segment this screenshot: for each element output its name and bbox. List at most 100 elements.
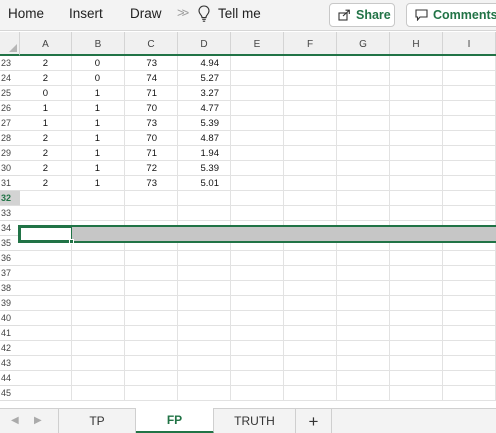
cell-c31[interactable]: 73 xyxy=(125,176,157,191)
row-header-42[interactable]: 42 xyxy=(0,341,20,356)
row-header-41[interactable]: 41 xyxy=(0,326,20,341)
cell-a26[interactable]: 1 xyxy=(20,101,48,116)
cell-b30[interactable]: 1 xyxy=(72,161,100,176)
sheet-tab-truth[interactable]: TRUTH xyxy=(214,409,296,433)
row-header-32[interactable]: 32 xyxy=(0,191,20,206)
share-label: Share xyxy=(356,8,391,22)
row-header-28[interactable]: 28 xyxy=(0,131,20,146)
cell-b27[interactable]: 1 xyxy=(72,116,100,131)
cell-b28[interactable]: 1 xyxy=(72,131,100,146)
cell-d25[interactable]: 3.27 xyxy=(178,86,220,101)
cell-c23[interactable]: 73 xyxy=(125,56,157,71)
row-header-27[interactable]: 27 xyxy=(0,116,20,131)
column-header-a[interactable]: A xyxy=(20,32,72,54)
cell-d29[interactable]: 1.94 xyxy=(178,146,220,161)
cell-d26[interactable]: 4.77 xyxy=(178,101,220,116)
cell-b26[interactable]: 1 xyxy=(72,101,100,116)
row-gridline xyxy=(20,310,496,311)
fill-handle[interactable] xyxy=(69,239,74,244)
row-header-43[interactable]: 43 xyxy=(0,356,20,371)
sheet-tab-fp[interactable]: FP xyxy=(136,408,214,433)
row-header-34[interactable]: 34 xyxy=(0,221,20,236)
row-header-35[interactable]: 35 xyxy=(0,236,20,251)
cell-a29[interactable]: 2 xyxy=(20,146,48,161)
cell-d30[interactable]: 5.39 xyxy=(178,161,220,176)
cell-a25[interactable]: 0 xyxy=(20,86,48,101)
cell-a28[interactable]: 2 xyxy=(20,131,48,146)
row-header-36[interactable]: 36 xyxy=(0,251,20,266)
row-header-37[interactable]: 37 xyxy=(0,266,20,281)
lightbulb-icon[interactable] xyxy=(198,5,210,23)
row-header-26[interactable]: 26 xyxy=(0,101,20,116)
row-header-38[interactable]: 38 xyxy=(0,281,20,296)
column-headers: ABCDEFGHI xyxy=(20,32,496,56)
row-header-25[interactable]: 25 xyxy=(0,86,20,101)
column-header-h[interactable]: H xyxy=(390,32,443,54)
row-header-30[interactable]: 30 xyxy=(0,161,20,176)
row-gridline xyxy=(20,295,496,296)
row-header-29[interactable]: 29 xyxy=(0,146,20,161)
cell-c24[interactable]: 74 xyxy=(125,71,157,86)
active-cell-a32[interactable] xyxy=(20,227,72,241)
row-gridline xyxy=(20,265,496,266)
row-header-40[interactable]: 40 xyxy=(0,311,20,326)
select-all-triangle-icon xyxy=(9,44,17,52)
sheet-tab-bar: ◀ ▶ TP FP TRUTH + xyxy=(0,408,496,433)
cell-b25[interactable]: 1 xyxy=(72,86,100,101)
row-gridline xyxy=(20,340,496,341)
row-header-31[interactable]: 31 xyxy=(0,176,20,191)
row-gridline xyxy=(20,370,496,371)
cell-b31[interactable]: 1 xyxy=(72,176,100,191)
row-header-45[interactable]: 45 xyxy=(0,386,20,401)
spreadsheet-grid[interactable]: ABCDEFGHI 23 24 25 26 27 28 29 30 31 32 33 34 35 36 37… xyxy=(0,32,496,408)
row-gridline xyxy=(20,355,496,356)
cell-b24[interactable]: 0 xyxy=(72,71,100,86)
cell-a31[interactable]: 2 xyxy=(20,176,48,191)
row-header-33[interactable]: 33 xyxy=(0,206,20,221)
cell-c28[interactable]: 70 xyxy=(125,131,157,146)
column-header-g[interactable]: G xyxy=(337,32,390,54)
cell-d24[interactable]: 5.27 xyxy=(178,71,220,86)
cell-d27[interactable]: 5.39 xyxy=(178,116,220,131)
ribbon-tab-home[interactable]: Home xyxy=(8,6,44,21)
cell-a24[interactable]: 2 xyxy=(20,71,48,86)
cell-b29[interactable]: 1 xyxy=(72,146,100,161)
row-gridline xyxy=(20,400,496,401)
cell-a30[interactable]: 2 xyxy=(20,161,48,176)
ribbon-tab-insert[interactable]: Insert xyxy=(69,6,103,21)
select-all-corner[interactable] xyxy=(0,32,20,56)
cell-d23[interactable]: 4.94 xyxy=(178,56,220,71)
column-header-e[interactable]: E xyxy=(231,32,284,54)
share-icon xyxy=(338,9,350,21)
cell-c27[interactable]: 73 xyxy=(125,116,157,131)
cell-d31[interactable]: 5.01 xyxy=(178,176,220,191)
column-header-b[interactable]: B xyxy=(72,32,125,54)
cell-c29[interactable]: 71 xyxy=(125,146,157,161)
share-button[interactable]: Share xyxy=(329,3,395,27)
prev-sheet-icon[interactable]: ◀ xyxy=(11,415,19,426)
cell-a27[interactable]: 1 xyxy=(20,116,48,131)
overflow-chevron-icon[interactable]: >> xyxy=(177,5,189,20)
next-sheet-icon[interactable]: ▶ xyxy=(34,415,42,426)
cell-c25[interactable]: 71 xyxy=(125,86,157,101)
ribbon-tab-draw[interactable]: Draw xyxy=(130,6,162,21)
cell-a23[interactable]: 2 xyxy=(20,56,48,71)
column-header-f[interactable]: F xyxy=(284,32,337,54)
row-gridline xyxy=(20,220,496,221)
sheet-tab-tp[interactable]: TP xyxy=(58,409,136,433)
row-header-24[interactable]: 24 xyxy=(0,71,20,86)
add-sheet-button[interactable]: + xyxy=(296,409,332,433)
column-header-i[interactable]: I xyxy=(443,32,496,54)
cell-d28[interactable]: 4.87 xyxy=(178,131,220,146)
cell-c30[interactable]: 72 xyxy=(125,161,157,176)
column-header-d[interactable]: D xyxy=(178,32,231,54)
cell-b23[interactable]: 0 xyxy=(72,56,100,71)
cell-c26[interactable]: 70 xyxy=(125,101,157,116)
tell-me-search[interactable]: Tell me xyxy=(218,6,261,21)
row-header-23[interactable]: 23 xyxy=(0,56,20,71)
comments-label: Comments xyxy=(433,8,496,22)
comments-button[interactable]: Comments xyxy=(406,3,496,27)
row-header-39[interactable]: 39 xyxy=(0,296,20,311)
column-header-c[interactable]: C xyxy=(125,32,178,54)
row-header-44[interactable]: 44 xyxy=(0,371,20,386)
